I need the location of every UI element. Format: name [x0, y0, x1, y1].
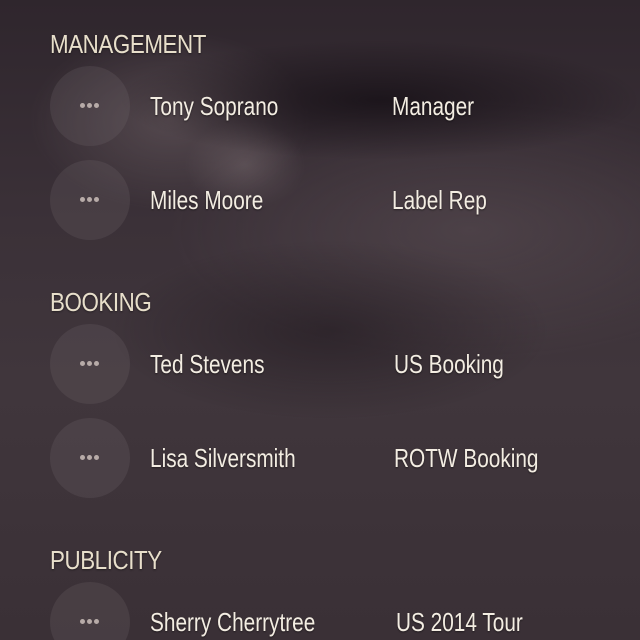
contacts-list: MANAGEMENT Tony Soprano Manager Miles Mo… [0, 0, 640, 640]
contact-row[interactable]: Ted Stevens US Booking [0, 324, 640, 404]
contact-row[interactable]: Tony Soprano Manager [0, 66, 640, 146]
more-options-button[interactable] [50, 66, 130, 146]
section-title-booking: BOOKING [50, 287, 152, 317]
contact-role: US Booking [394, 349, 504, 379]
contact-name: Tony Soprano [150, 91, 279, 121]
contact-row[interactable]: Lisa Silversmith ROTW Booking [0, 418, 640, 498]
contact-role: Label Rep [392, 185, 487, 215]
contact-name: Sherry Cherrytree [150, 607, 316, 637]
contact-row[interactable]: Miles Moore Label Rep [0, 160, 640, 240]
section-title-publicity: PUBLICITY [50, 545, 162, 575]
contact-row[interactable]: Sherry Cherrytree US 2014 Tour [0, 582, 640, 640]
section-title-management: MANAGEMENT [50, 29, 206, 59]
more-horizontal-icon [80, 455, 100, 461]
contact-name: Ted Stevens [150, 349, 265, 379]
more-horizontal-icon [80, 361, 100, 367]
more-options-button[interactable] [50, 324, 130, 404]
more-options-button[interactable] [50, 160, 130, 240]
contact-role: Manager [392, 91, 475, 121]
contact-name: Miles Moore [150, 185, 264, 215]
contact-role: ROTW Booking [394, 443, 539, 473]
more-options-button[interactable] [50, 582, 130, 640]
contact-role: US 2014 Tour [396, 607, 523, 637]
contact-name: Lisa Silversmith [150, 443, 296, 473]
more-horizontal-icon [80, 197, 100, 203]
more-horizontal-icon [80, 619, 100, 625]
more-options-button[interactable] [50, 418, 130, 498]
more-horizontal-icon [80, 103, 100, 109]
